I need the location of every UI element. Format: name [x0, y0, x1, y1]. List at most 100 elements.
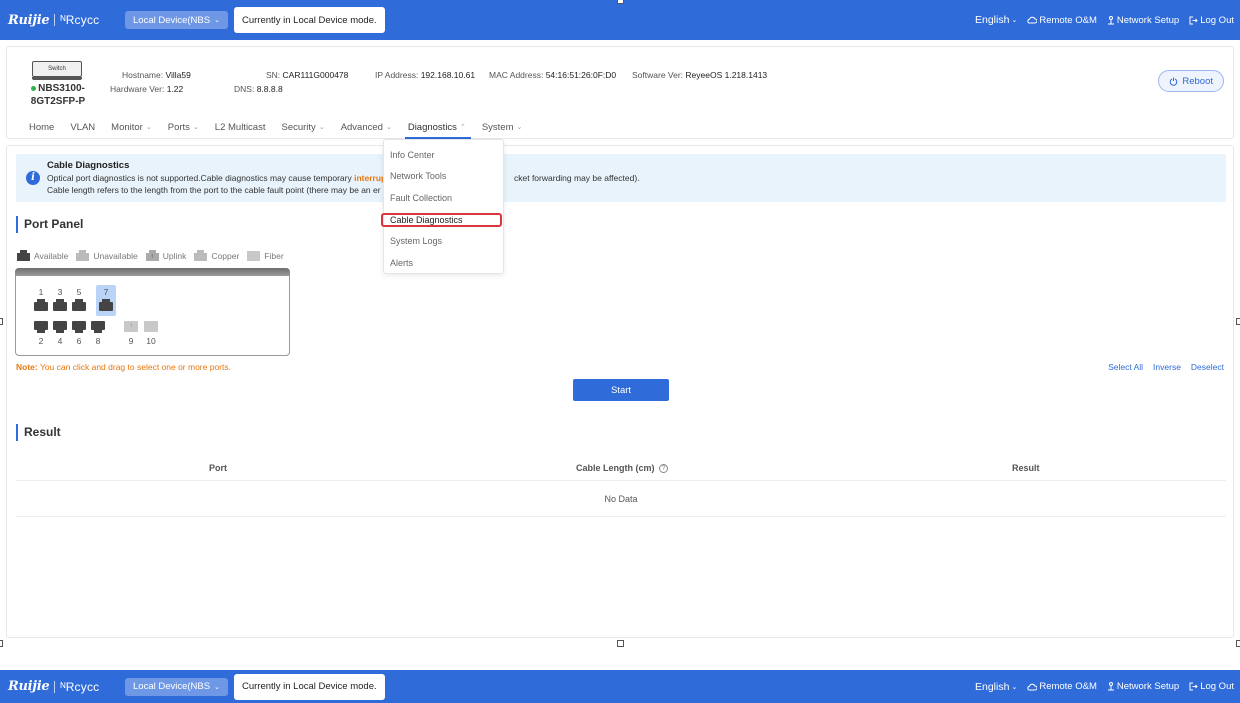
info-icon: i [26, 171, 40, 185]
nav-home[interactable]: Home [21, 119, 62, 135]
menu-item-alerts[interactable]: Alerts [390, 258, 413, 268]
port-3[interactable] [53, 299, 67, 311]
port-label-6: 6 [76, 336, 82, 346]
nav-diagnostics[interactable]: Diagnostics ⌃ [400, 119, 474, 139]
nav-ports[interactable]: Ports ⌄ [160, 119, 207, 135]
unavailable-port-icon [76, 250, 90, 261]
remote-om-link[interactable]: Remote O&M [1027, 681, 1097, 692]
chevron-down-icon: ⌄ [318, 124, 325, 131]
network-setup-link[interactable]: Network Setup [1107, 15, 1179, 26]
port-7[interactable] [99, 299, 113, 311]
menu-item-network-tools[interactable]: Network Tools [390, 171, 446, 181]
port-8[interactable] [91, 321, 105, 333]
software-info: Software Ver: ReyeeOS 1.218.1413 [632, 70, 768, 80]
chevron-up-icon: ⌃ [459, 124, 466, 131]
col-result: Result [1012, 463, 1040, 473]
bottom-top-bar: Ruijie ᴺRcycc Local Device(NBS ⌄ Current… [0, 670, 1240, 703]
nav-l2-multicast[interactable]: L2 Multicast [207, 119, 274, 135]
chevron-down-icon: ⌄ [192, 124, 199, 131]
port-label-3: 3 [57, 287, 63, 297]
help-icon[interactable]: ? [659, 464, 669, 474]
logout-icon [1189, 682, 1198, 691]
result-title: Result [16, 424, 61, 441]
device-select[interactable]: Local Device(NBS ⌄ [125, 11, 228, 29]
nav-security[interactable]: Security ⌄ [273, 119, 332, 135]
port-label-10: 10 [146, 336, 156, 346]
language-select[interactable]: English ⌄ [975, 681, 1017, 693]
col-port: Port [209, 463, 227, 473]
logo-divider [54, 14, 56, 26]
device-select-label: Local Device(NBS [133, 14, 211, 26]
nav-system[interactable]: System ⌄ [474, 119, 531, 135]
port-6[interactable] [72, 321, 86, 333]
port-4[interactable] [53, 321, 67, 333]
nav-advanced[interactable]: Advanced ⌄ [333, 119, 400, 135]
panel-roof [15, 268, 290, 276]
notice-line-2: Cable length refers to the length from t… [47, 185, 381, 195]
menu-item-fault-collection[interactable]: Fault Collection [390, 193, 452, 203]
hostname-info: Hostname: Villa59 [122, 70, 191, 80]
inverse-link[interactable]: Inverse [1153, 362, 1181, 372]
uplink-port-icon: ↑ [145, 250, 159, 261]
remote-om-link[interactable]: Remote O&M [1027, 15, 1097, 26]
device-select[interactable]: Local Device(NBS ⌄ [125, 677, 228, 696]
logout-link[interactable]: Log Out [1189, 681, 1234, 692]
logout-link[interactable]: Log Out [1189, 15, 1234, 26]
notice-line-1-tail: cket forwarding may be affected). [514, 173, 640, 183]
legend-fiber: Fiber [247, 250, 284, 261]
port-label-1: 1 [38, 287, 44, 297]
legend-available: Available [17, 250, 68, 261]
diagnostics-dropdown: Info Center Network Tools Fault Collecti… [381, 139, 504, 274]
device-header-card: Switch NBS3100- 8GT2SFP-P Hostname: Vill… [6, 46, 1234, 139]
language-select[interactable]: English ⌄ [975, 14, 1017, 26]
port-panel-title: Port Panel [16, 216, 83, 233]
menu-item-cable-diagnostics[interactable]: Cable Diagnostics [390, 215, 463, 225]
mode-tooltip-text: Currently in Local Device mode. [241, 681, 377, 692]
ip-info: IP Address: 192.168.10.61 [375, 70, 476, 80]
available-port-icon [17, 250, 30, 261]
reboot-button[interactable]: Reboot [1158, 70, 1224, 92]
result-table-header: Port Cable Length (cm) ? Result [16, 456, 1226, 481]
port-10[interactable] [144, 321, 158, 333]
start-button[interactable]: Start [573, 379, 669, 401]
deselect-link[interactable]: Deselect [1191, 362, 1224, 372]
resize-handle-bottom-right [1236, 640, 1240, 647]
notice-line-1: Optical port diagnostics is not supporte… [47, 173, 387, 183]
network-setup-link[interactable]: Network Setup [1107, 681, 1179, 692]
mode-tooltip: Currently in Local Device mode. [233, 673, 385, 700]
chevron-down-icon: ⌄ [214, 683, 220, 691]
mode-tooltip-text: Currently in Local Device mode. [241, 14, 377, 26]
cable-diagnostics-notice: i Cable Diagnostics Optical port diagnos… [16, 154, 1226, 202]
legend-unavailable: Unavailable [76, 250, 138, 261]
brand-logo: Ruijie ᴺRcycc [8, 679, 120, 694]
port-label-5: 5 [76, 287, 82, 297]
col-cable-length: Cable Length (cm) ? [576, 463, 669, 474]
top-bar: Ruijie ᴺRcycc Local Device(NBS ⌄ Current… [0, 0, 1240, 40]
drag-select-note: Note: You can click and drag to select o… [16, 362, 231, 372]
resize-handle-top [617, 0, 624, 4]
resize-handle-right [1236, 318, 1240, 325]
port-label-2: 2 [38, 336, 44, 346]
fiber-port-icon [247, 250, 261, 261]
menu-item-info-center[interactable]: Info Center [390, 150, 435, 160]
nav-vlan[interactable]: VLAN [62, 119, 103, 135]
port-9[interactable]: ↑ [124, 321, 138, 333]
switch-port-panel: 1 3 5 7 ↑ 2 4 6 8 9 10 [15, 268, 290, 356]
main-nav: Home VLAN Monitor ⌄ Ports ⌄ L2 Multicast S… [21, 119, 531, 139]
resize-handle-bottom [617, 640, 624, 647]
port-2[interactable] [34, 321, 48, 333]
nav-monitor[interactable]: Monitor ⌄ [103, 119, 160, 135]
chevron-down-icon: ⌄ [1011, 683, 1018, 691]
port-1[interactable] [34, 299, 48, 311]
resize-handle-bottom-left [0, 640, 3, 647]
device-select-label: Local Device(NBS [133, 681, 211, 692]
port-label-4: 4 [57, 336, 63, 346]
menu-item-system-logs[interactable]: System Logs [390, 236, 442, 246]
device-model: NBS3100- 8GT2SFP-P [30, 83, 86, 107]
top-right-actions: English ⌄ Remote O&M Network Setup Log Ou… [975, 681, 1234, 693]
logout-icon [1189, 16, 1198, 24]
select-all-link[interactable]: Select All [1108, 362, 1143, 372]
top-right-actions: English ⌄ Remote O&M Network Setup Log Ou… [975, 14, 1234, 26]
mode-tooltip: Currently in Local Device mode. [233, 7, 385, 33]
port-5[interactable] [72, 299, 86, 311]
